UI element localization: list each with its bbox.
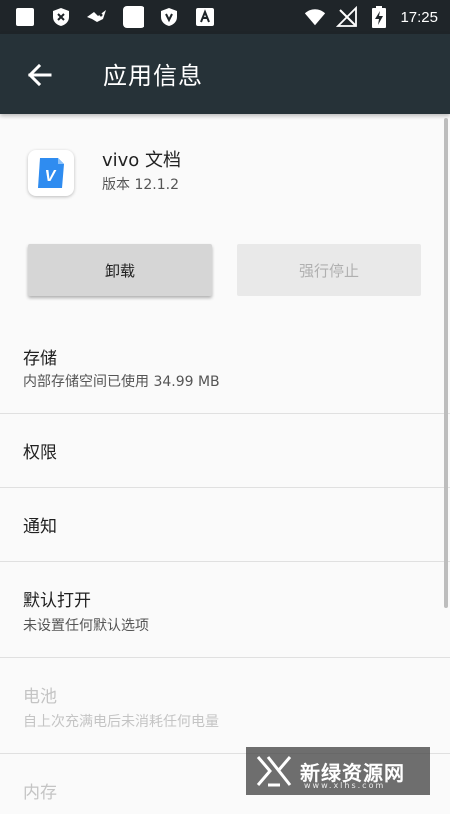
notification-square-icon [122,6,144,28]
arrow-back-icon [27,63,52,87]
list-item-subtitle: 自上次充满电后未消耗任何电量 [23,714,219,730]
page-title: 应用信息 [103,62,203,90]
vivo-docs-icon: V [38,158,64,188]
status-notifications [14,6,216,28]
app-version: 版本 12.1.2 [102,177,179,193]
list-item-title: 电池 [23,687,57,707]
back-button[interactable] [22,58,56,92]
list-item-title: 内存 [23,783,57,803]
wifi-icon [304,6,326,28]
status-time: 17:25 [400,8,438,26]
a-box-icon [194,6,216,28]
battery-charging-icon [368,6,390,28]
watermark-logo-icon [256,756,292,787]
status-system: 17:25 [304,6,438,28]
list-item-title: 权限 [23,443,57,463]
list-item-battery: 电池 自上次充满电后未消耗任何电量 [0,658,450,754]
shield-x-icon [50,6,72,28]
list-item-storage[interactable]: 存储 内部存储空间已使用 34.99 MB [0,318,450,414]
list-item-title: 存储 [23,349,57,369]
list-item-permissions[interactable]: 权限 [0,414,450,488]
status-bar: 17:25 [0,0,450,34]
list-item-open-by-default[interactable]: 默认打开 未设置任何默认选项 [0,562,450,658]
notification-square-icon [14,6,36,28]
app-icon: V [28,150,74,196]
app-icon-letter: V [45,168,57,185]
app-bar: 应用信息 [0,34,450,114]
watermark-url: www.xlhs.com [304,781,386,790]
force-stop-button[interactable]: 强行停止 [237,244,421,296]
settings-list: 存储 内部存储空间已使用 34.99 MB 权限 通知 默认打开 未设置任何默认… [0,318,450,814]
scrollbar[interactable] [444,118,448,608]
list-item-title: 默认打开 [23,591,91,611]
bird-icon [86,6,108,28]
shield-v-icon [158,6,180,28]
list-item-subtitle: 内部存储空间已使用 34.99 MB [23,374,220,390]
list-item-subtitle: 未设置任何默认选项 [23,618,149,634]
no-sim-icon [336,6,358,28]
uninstall-button[interactable]: 卸载 [28,244,212,296]
list-item-notifications[interactable]: 通知 [0,488,450,562]
app-header: V vivo 文档 版本 12.1.2 [0,114,450,224]
app-name: vivo 文档 [102,150,182,171]
watermark: 新绿资源网 www.xlhs.com [246,747,430,795]
list-item-title: 通知 [23,517,57,537]
